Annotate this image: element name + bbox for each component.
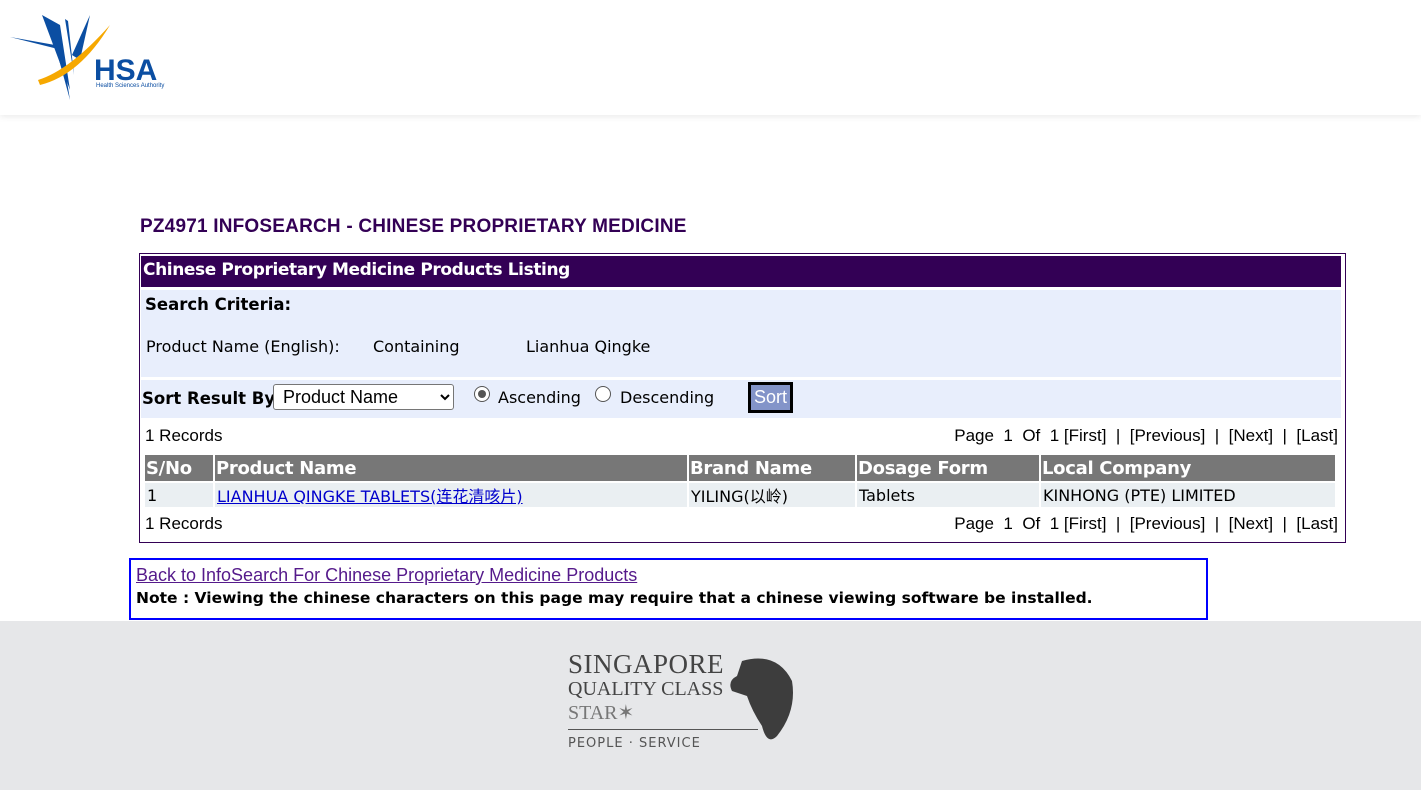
table-header-row: S/No Product Name Brand Name Dosage Form… bbox=[145, 455, 1335, 481]
note-text: Note : Viewing the chinese characters on… bbox=[136, 589, 1093, 607]
page-label: Page bbox=[954, 514, 994, 533]
pagination-top: Page 1 Of 1 [First] | [Previous] | [Next… bbox=[954, 426, 1338, 446]
criteria-value: Lianhua Qingke bbox=[526, 337, 651, 356]
next-page-link[interactable]: [Next] bbox=[1229, 514, 1273, 533]
separator: | bbox=[1115, 514, 1121, 533]
separator: | bbox=[1282, 514, 1287, 533]
sort-field-select[interactable]: Product Name bbox=[273, 384, 454, 410]
col-dosage-form: Dosage Form bbox=[857, 455, 1039, 481]
pagination-bottom: Page 1 Of 1 [First] | [Previous] | [Next… bbox=[954, 514, 1338, 534]
total-pages: 1 bbox=[1049, 426, 1060, 445]
sort-row: Sort Result By: Product Name Ascending D… bbox=[141, 380, 1341, 418]
first-page-link[interactable]: [First] bbox=[1064, 514, 1107, 533]
col-product-name: Product Name bbox=[215, 455, 687, 481]
separator: | bbox=[1115, 426, 1121, 445]
back-to-infosearch-link[interactable]: Back to InfoSearch For Chinese Proprieta… bbox=[136, 565, 1201, 586]
results-table: S/No Product Name Brand Name Dosage Form… bbox=[143, 453, 1337, 509]
page-label: Page bbox=[954, 426, 994, 445]
table-row: 1 LIANHUA QINGKE TABLETS(连花清咳片) YILING(以… bbox=[145, 483, 1335, 507]
lion-head-icon bbox=[730, 658, 793, 740]
criteria-operator: Containing bbox=[373, 337, 460, 356]
separator: | bbox=[1214, 426, 1220, 445]
separator: | bbox=[1214, 514, 1220, 533]
first-page-link[interactable]: [First] bbox=[1064, 426, 1107, 445]
search-criteria: Search Criteria: Product Name (English):… bbox=[141, 290, 1341, 377]
sort-button[interactable]: Sort bbox=[748, 382, 793, 413]
note-box: Back to InfoSearch For Chinese Proprieta… bbox=[129, 558, 1208, 620]
sort-label: Sort Result By: bbox=[142, 389, 282, 408]
col-brand-name: Brand Name bbox=[689, 455, 855, 481]
cell-brand-name: YILING(以岭) bbox=[689, 483, 855, 507]
cell-product-name: LIANHUA QINGKE TABLETS(连花清咳片) bbox=[215, 483, 687, 507]
criteria-label: Search Criteria: bbox=[145, 295, 292, 314]
col-local-company: Local Company bbox=[1041, 455, 1335, 481]
page-title: PZ4971 INFOSEARCH - CHINESE PROPRIETARY … bbox=[140, 216, 687, 237]
svg-text:Health Sciences Authority: Health Sciences Authority bbox=[96, 83, 164, 89]
current-page: 1 bbox=[1003, 426, 1013, 445]
of-label: Of bbox=[1022, 514, 1041, 533]
ascending-label: Ascending bbox=[498, 388, 581, 407]
product-link[interactable]: LIANHUA QINGKE TABLETS(连花清咳片) bbox=[217, 487, 523, 506]
records-count-top: 1 Records bbox=[145, 426, 223, 445]
criteria-field: Product Name (English): bbox=[146, 337, 340, 356]
descending-label: Descending bbox=[620, 388, 715, 407]
last-page-link[interactable]: [Last] bbox=[1296, 514, 1338, 533]
total-pages: 1 bbox=[1049, 514, 1060, 533]
separator: | bbox=[1282, 426, 1287, 445]
footer: SINGAPORE QUALITY CLASS STAR✶ PEOPLE · S… bbox=[0, 621, 1421, 790]
previous-page-link[interactable]: [Previous] bbox=[1130, 426, 1206, 445]
previous-page-link[interactable]: [Previous] bbox=[1130, 514, 1206, 533]
records-count-bottom: 1 Records bbox=[145, 514, 223, 533]
sqc-line: STAR bbox=[568, 702, 618, 724]
of-label: Of bbox=[1022, 426, 1041, 445]
col-sno: S/No bbox=[145, 455, 213, 481]
cell-dosage-form: Tablets bbox=[857, 483, 1039, 507]
site-header: HSA Health Sciences Authority bbox=[0, 0, 1421, 115]
listing-heading: Chinese Proprietary Medicine Products Li… bbox=[141, 256, 1341, 287]
cell-local-company: KINHONG (PTE) LIMITED bbox=[1041, 483, 1335, 507]
ascending-radio[interactable] bbox=[474, 386, 490, 402]
cell-sno: 1 bbox=[145, 483, 213, 507]
last-page-link[interactable]: [Last] bbox=[1296, 426, 1338, 445]
next-page-link[interactable]: [Next] bbox=[1229, 426, 1273, 445]
current-page: 1 bbox=[1003, 514, 1013, 533]
listing-panel: Chinese Proprietary Medicine Products Li… bbox=[139, 253, 1346, 543]
hsa-logo[interactable]: HSA Health Sciences Authority bbox=[10, 5, 190, 110]
descending-radio[interactable] bbox=[595, 386, 611, 402]
